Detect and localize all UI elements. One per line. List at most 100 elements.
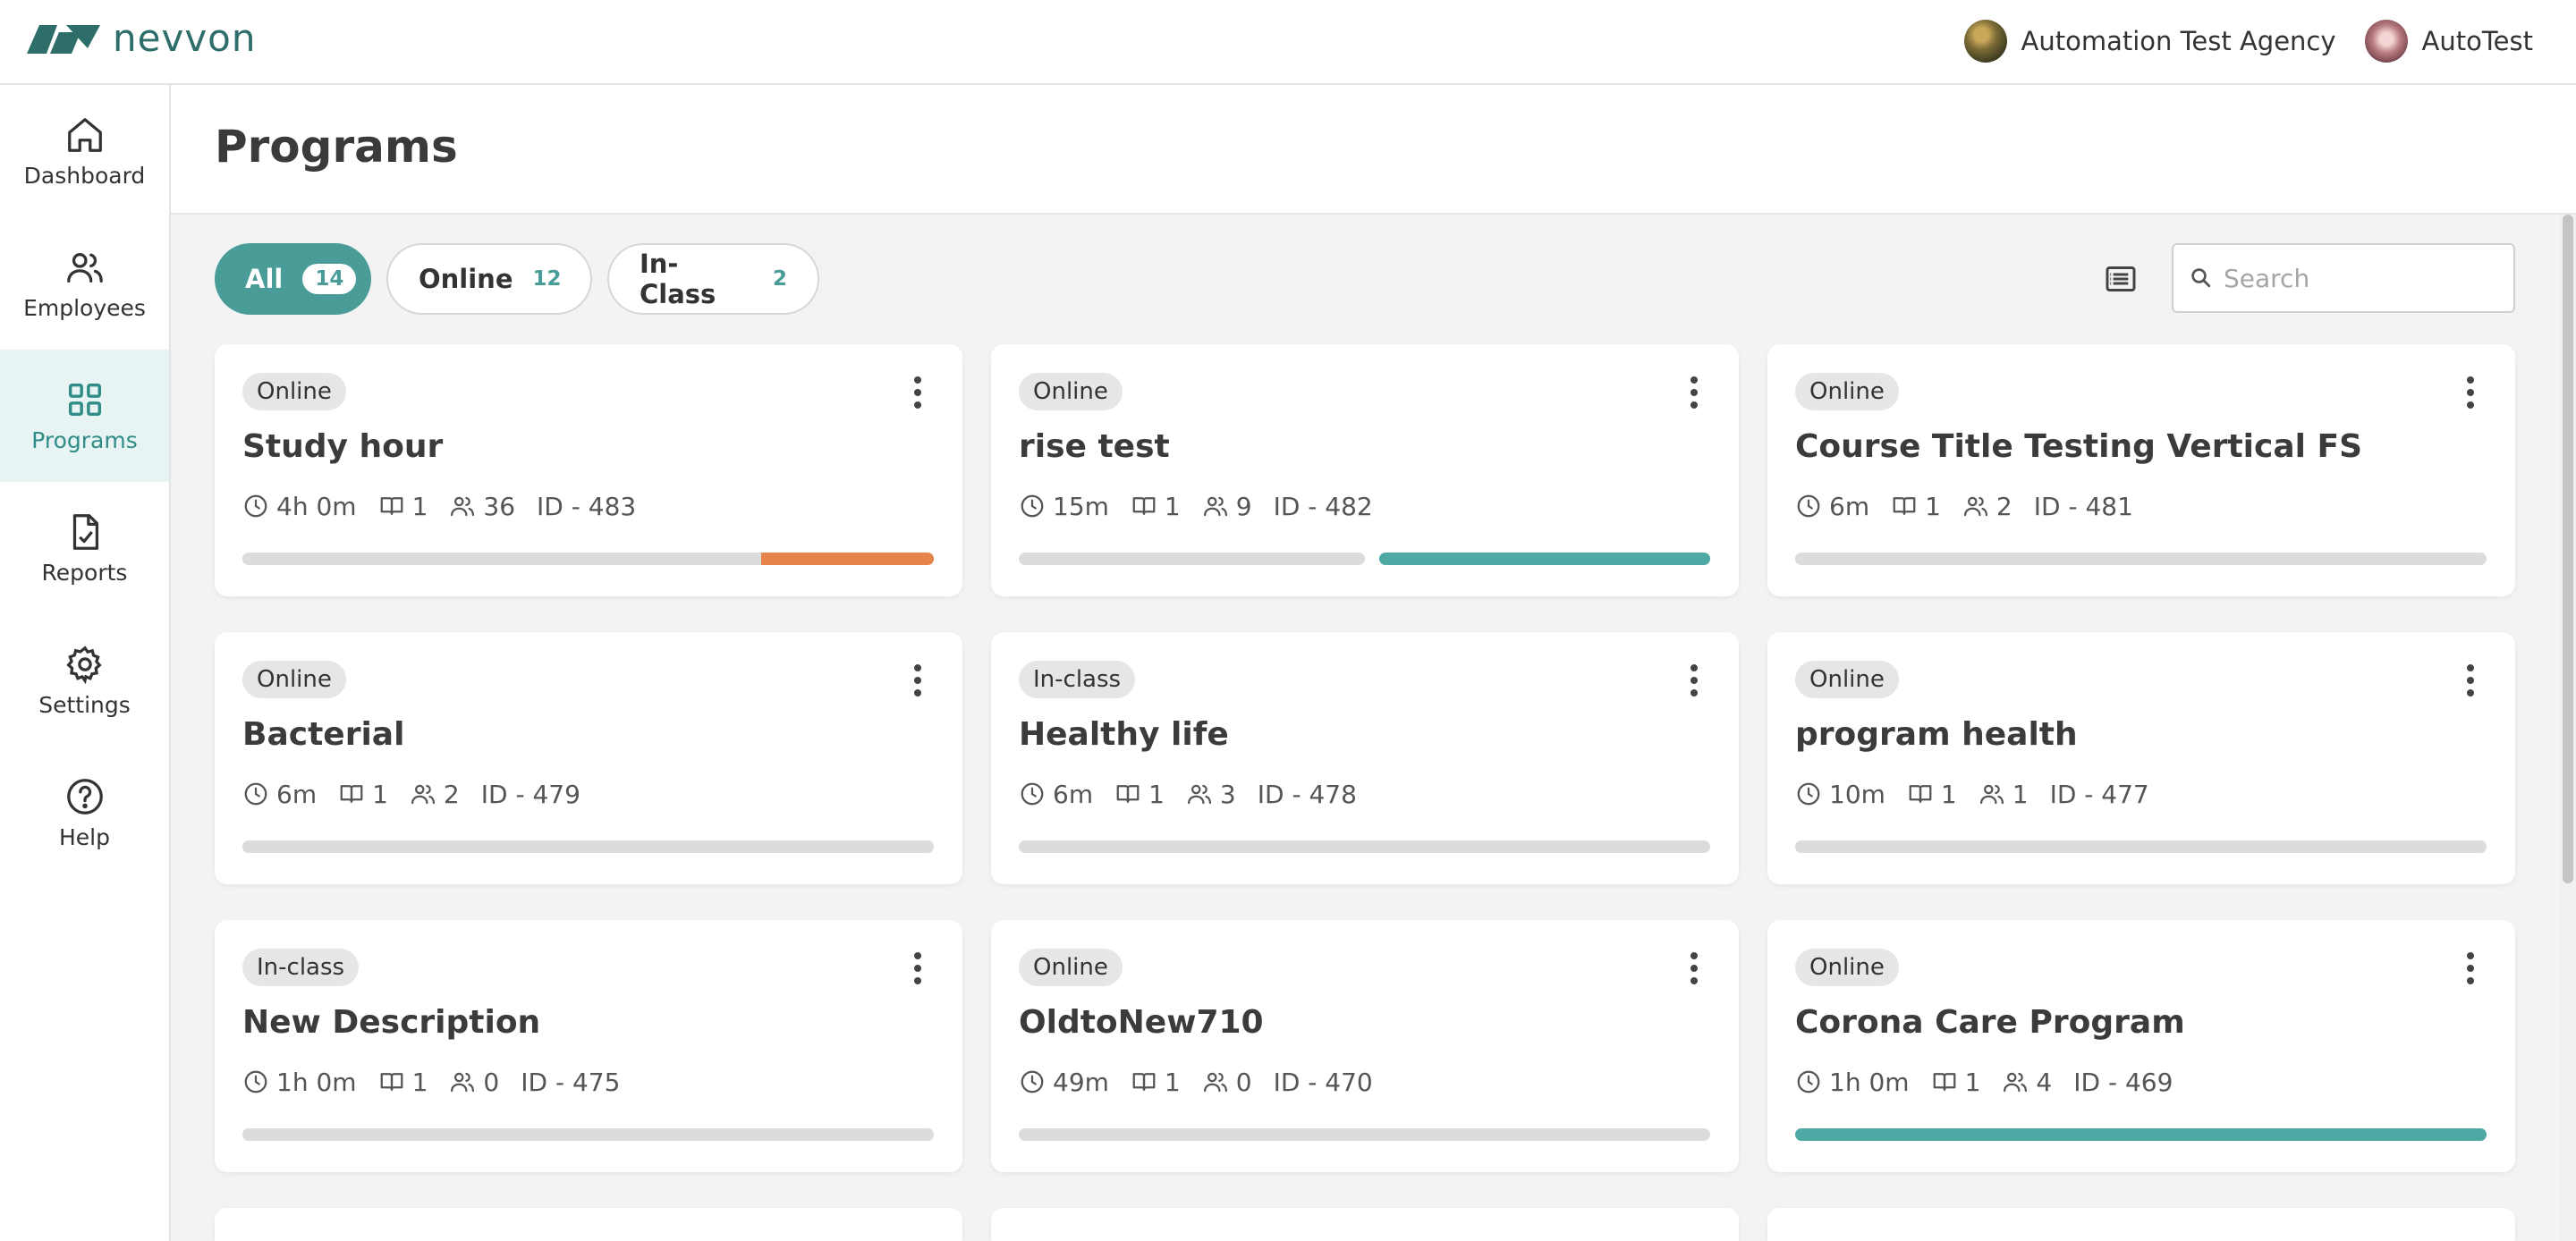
program-card[interactable]: In-class New Description 1h 0m 1 0 ID - 475 [215, 920, 962, 1172]
duration-value: 6m [1829, 491, 1870, 521]
program-meta: 6m 1 2 ID - 479 [242, 776, 602, 812]
sidebar-item-label: Programs [31, 426, 138, 453]
card-menu-button[interactable] [1689, 950, 1699, 986]
filter-count-badge: 14 [302, 264, 357, 294]
program-card[interactable]: Online Study hour 4h 0m 1 36 ID - 483 [215, 344, 962, 596]
card-menu-button[interactable] [2465, 950, 2476, 986]
card-menu-button[interactable] [912, 950, 923, 986]
users-icon [1979, 784, 2004, 805]
agency-name: Automation Test Agency [2021, 26, 2336, 56]
nevvon-logo[interactable]: nevvon [27, 20, 257, 57]
program-card[interactable]: Online program health 10m 1 1 ID - 477 [1767, 632, 2515, 884]
search-input[interactable] [2224, 263, 2492, 293]
top-bar: nevvon Automation Test Agency AutoTest [0, 0, 2576, 85]
progress-bar [242, 553, 934, 565]
card-menu-button[interactable] [1689, 663, 1699, 698]
more-options-icon [1690, 664, 1698, 696]
sidebar-item-programs[interactable]: Programs [0, 350, 169, 482]
sidebar-item-help[interactable]: Help [0, 747, 169, 879]
enrolled-count-value: 2 [1996, 491, 2012, 521]
program-type-badge: Online [1795, 949, 1899, 986]
program-card[interactable]: Online rise test 15m 1 9 ID - 482 [991, 344, 1739, 596]
module-count-value: 1 [1164, 491, 1181, 521]
agency-switcher[interactable]: Automation Test Agency [1963, 20, 2336, 63]
clock-icon [1797, 494, 1820, 518]
users-icon [1187, 784, 1211, 805]
module-count: 1 [378, 1068, 428, 1097]
program-card[interactable] [991, 1208, 1739, 1241]
program-id: ID - 475 [521, 1067, 621, 1097]
sidebar-item-reports[interactable]: Reports [0, 482, 169, 614]
more-options-icon [2467, 664, 2474, 696]
progress-fill [1795, 1128, 2487, 1141]
program-card[interactable]: Online Course Title Testing Vertical FS 6m… [1767, 344, 2515, 596]
enrolled-count: 0 [1202, 1068, 1252, 1097]
program-card[interactable]: Online Corona Care Program 1h 0m 1 4 ID - 469 [1767, 920, 2515, 1172]
filter-online-tab[interactable]: Online 12 [386, 243, 592, 315]
enrolled-count-value: 36 [483, 491, 516, 521]
program-title[interactable]: program health [1795, 716, 2078, 753]
main-scrollbar[interactable] [2560, 215, 2576, 1241]
program-card[interactable]: Online Bacterial 6m 1 2 ID - 479 [215, 632, 962, 884]
program-title[interactable]: Bacterial [242, 716, 404, 753]
duration-value: 4h 0m [276, 491, 357, 521]
program-title[interactable]: New Description [242, 1004, 540, 1041]
enrolled-count: 2 [410, 780, 460, 809]
program-title[interactable]: Course Title Testing Vertical FS [1795, 428, 2362, 465]
program-title[interactable]: OldtoNew710 [1019, 1004, 1264, 1041]
program-title[interactable]: Corona Care Program [1795, 1004, 2185, 1041]
module-count: 1 [1131, 492, 1181, 521]
card-menu-button[interactable] [2465, 663, 2476, 698]
program-title[interactable]: Healthy life [1019, 716, 1229, 753]
sidebar-item-dashboard[interactable]: Dashboard [0, 85, 169, 217]
module-count-value: 1 [411, 491, 428, 521]
card-menu-button[interactable] [1689, 375, 1699, 410]
program-id: ID - 477 [2049, 779, 2149, 809]
program-card[interactable]: In-class Healthy life 6m 1 3 ID - 478 [991, 632, 1739, 884]
more-options-icon [1690, 376, 1698, 409]
sidebar: Dashboard Employees Programs Reports Set… [0, 85, 171, 1241]
module-count-value: 1 [1925, 491, 1941, 521]
user-menu[interactable]: AutoTest [2364, 20, 2533, 63]
clock-icon [244, 494, 267, 518]
users-icon [1963, 496, 1987, 517]
program-card[interactable] [1767, 1208, 2515, 1241]
users-icon [1203, 496, 1227, 517]
duration: 15m [1019, 492, 1109, 521]
program-type-badge: Online [242, 661, 346, 698]
program-type-badge: Online [242, 373, 346, 410]
clock-icon [1021, 1070, 1044, 1093]
card-menu-button[interactable] [2465, 375, 2476, 410]
program-title[interactable]: rise test [1019, 428, 1170, 465]
sidebar-item-employees[interactable]: Employees [0, 217, 169, 350]
clock-icon [1797, 782, 1820, 806]
program-card[interactable] [215, 1208, 962, 1241]
more-options-icon [2467, 952, 2474, 984]
progress-bar [1795, 553, 2487, 565]
program-meta: 49m 1 0 ID - 470 [1019, 1064, 1394, 1100]
module-count-value: 1 [372, 779, 388, 809]
card-menu-button[interactable] [912, 375, 923, 410]
list-view-icon[interactable] [2103, 261, 2139, 297]
duration: 4h 0m [242, 492, 357, 521]
duration-value: 6m [1053, 779, 1094, 809]
module-count: 1 [1931, 1068, 1980, 1097]
module-count: 1 [1891, 492, 1941, 521]
enrolled-count-value: 0 [1235, 1067, 1252, 1097]
card-menu-button[interactable] [912, 663, 923, 698]
filter-inclass-tab[interactable]: In-Class 2 [607, 243, 819, 315]
program-meta: 6m 1 3 ID - 478 [1019, 776, 1378, 812]
enrolled-count: 3 [1186, 780, 1236, 809]
book-icon [1132, 497, 1156, 515]
scrollbar-thumb[interactable] [2563, 215, 2573, 883]
progress-bar [1019, 840, 1710, 853]
more-options-icon [1690, 952, 1698, 984]
program-title[interactable]: Study hour [242, 428, 443, 465]
sidebar-item-settings[interactable]: Settings [0, 614, 169, 747]
clock-icon [1021, 782, 1044, 806]
program-id: ID - 481 [2033, 491, 2133, 521]
program-card[interactable]: Online OldtoNew710 49m 1 0 ID - 470 [991, 920, 1739, 1172]
filter-all-tab[interactable]: All 14 [215, 243, 371, 315]
filter-label: All [245, 264, 284, 294]
program-type-badge: Online [1019, 373, 1123, 410]
